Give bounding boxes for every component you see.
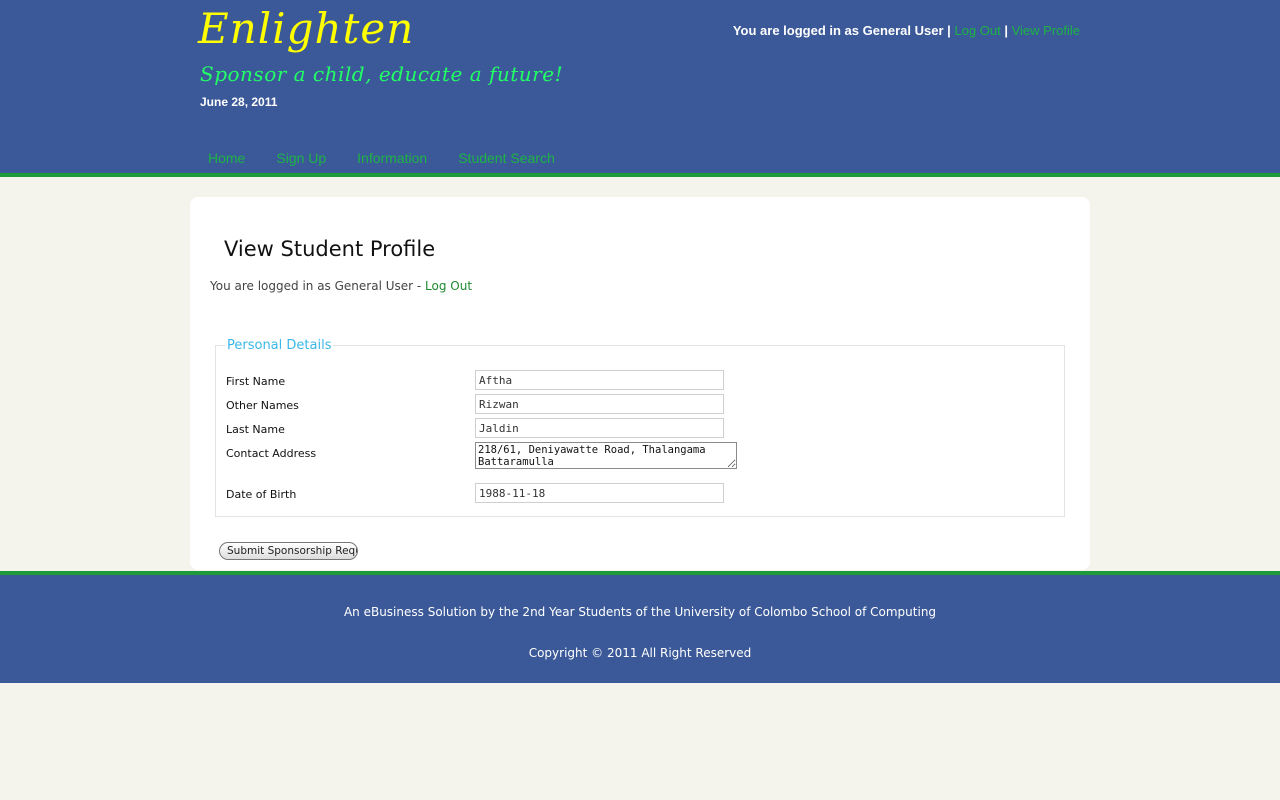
site-tagline: Sponsor a child, educate a future!: [200, 62, 564, 86]
date-of-birth-label: Date of Birth: [226, 488, 297, 501]
nav-item-student-search[interactable]: Student Search: [450, 150, 563, 166]
header-user-bar: You are logged in as General User | Log …: [733, 23, 1080, 38]
nav-item-information[interactable]: Information: [349, 150, 435, 166]
header-date: June 28, 2011: [200, 95, 278, 109]
contact-address-field[interactable]: 218/61, Deniyawatte Road, Thalangama Bat…: [475, 442, 737, 469]
main-nav: Home Sign Up Information Student Search: [200, 150, 578, 166]
personal-details-legend: Personal Details: [225, 338, 334, 353]
header-login-text: You are logged in as General User: [732, 23, 944, 38]
logout-link[interactable]: Log Out: [425, 279, 472, 293]
first-name-label: First Name: [226, 375, 286, 388]
date-of-birth-field[interactable]: [475, 483, 724, 503]
other-names-field[interactable]: [475, 394, 724, 414]
contact-address-label: Contact Address: [226, 447, 317, 460]
personal-details-fieldset: Personal Details First Name Other Names …: [215, 338, 1065, 517]
header-separator: |: [947, 23, 951, 38]
page-title: View Student Profile: [224, 237, 436, 261]
last-name-field[interactable]: [475, 418, 724, 438]
footer-credit: An eBusiness Solution by the 2nd Year St…: [343, 605, 937, 619]
site-footer: An eBusiness Solution by the 2nd Year St…: [0, 571, 1280, 683]
header-separator: |: [1004, 23, 1008, 38]
login-status: You are logged in as General User - Log …: [210, 279, 472, 293]
header-logout-link[interactable]: Log Out: [954, 23, 1000, 38]
nav-item-sign-up[interactable]: Sign Up: [268, 150, 334, 166]
site-title[interactable]: Enlighten: [198, 4, 414, 53]
first-name-field[interactable]: [475, 370, 724, 390]
footer-copyright: Copyright © 2011 All Right Reserved: [528, 646, 752, 660]
content-panel: View Student Profile You are logged in a…: [190, 197, 1090, 570]
site-header: Enlighten Sponsor a child, educate a fut…: [0, 0, 1280, 177]
header-view-profile-link[interactable]: View Profile: [1012, 23, 1080, 38]
submit-sponsorship-request-button[interactable]: Submit Sponsorship Request: [219, 542, 358, 560]
nav-item-home[interactable]: Home: [200, 150, 253, 166]
last-name-label: Last Name: [226, 423, 285, 436]
login-status-text: You are logged in as General User -: [210, 279, 426, 293]
other-names-label: Other Names: [226, 399, 299, 412]
